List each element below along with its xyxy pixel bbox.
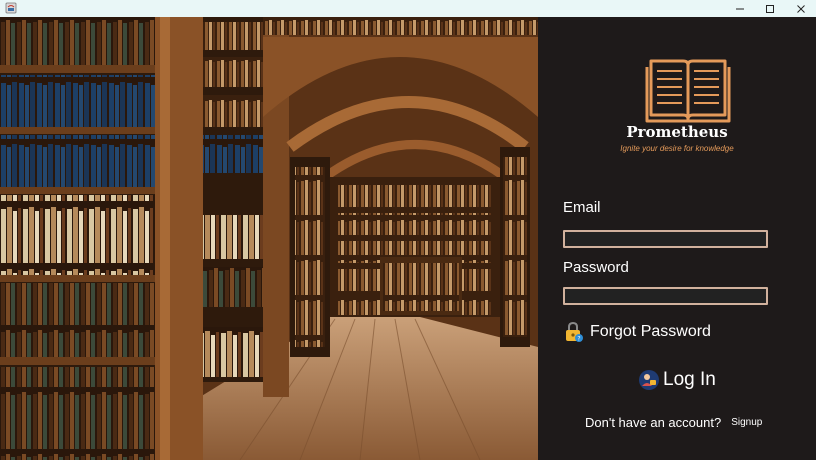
forgot-password-label: Forgot Password: [590, 323, 711, 340]
login-button[interactable]: Log In: [638, 368, 716, 392]
signup-link[interactable]: Signup: [731, 417, 762, 428]
title-bar: [0, 0, 816, 17]
signup-row: Don't have an account? Signup: [585, 415, 762, 430]
library-background-image: [0, 17, 538, 460]
minimize-icon: [736, 8, 744, 9]
password-label: Password: [563, 259, 629, 276]
lock-icon: ?: [566, 321, 583, 343]
login-label: Log In: [663, 369, 716, 390]
maximize-button[interactable]: [755, 0, 785, 17]
svg-text:?: ?: [577, 336, 580, 343]
java-app-icon: [5, 2, 17, 14]
email-label: Email: [563, 199, 601, 216]
brand-name: Prometheus: [626, 123, 728, 141]
brand-tagline: Ignite your desire for knowledge: [620, 144, 734, 153]
maximize-icon: [766, 4, 774, 13]
user-login-icon: [639, 370, 659, 390]
login-panel: Prometheus Ignite your desire for knowle…: [538, 17, 816, 460]
password-field[interactable]: [563, 287, 768, 305]
open-book-icon: [645, 59, 731, 123]
close-button[interactable]: [786, 0, 816, 17]
no-account-text: Don't have an account?: [585, 415, 722, 430]
minimize-button[interactable]: [725, 0, 755, 17]
email-field[interactable]: [563, 230, 768, 248]
forgot-password-button[interactable]: ? Forgot Password: [563, 321, 711, 343]
close-icon: [797, 4, 805, 13]
